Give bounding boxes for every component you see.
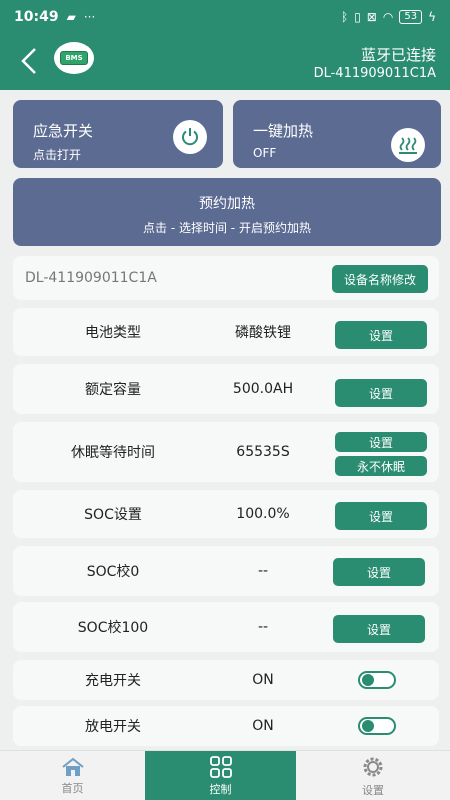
- home-icon: [61, 757, 84, 776]
- row-label: SOC校0: [86, 564, 140, 580]
- soc-set-button[interactable]: 设置: [335, 502, 427, 530]
- soc-calibrate-0-set-button[interactable]: 设置: [333, 558, 425, 586]
- sleep-wait-time-row: 休眠等待时间 65535S 设置 永不休眠: [13, 422, 439, 482]
- power-icon: [182, 128, 198, 146]
- toggle-knob: [362, 720, 374, 732]
- chevron-left-icon: [21, 48, 36, 74]
- folder-icon: ▰: [66, 10, 76, 24]
- toggle-knob: [362, 674, 374, 686]
- heating-button[interactable]: [391, 128, 425, 162]
- app-header: BMS 蓝牙已连接 DL-411909011C1A: [0, 34, 450, 90]
- tab-label: 设置: [362, 783, 384, 797]
- no-sim-icon: ⊠: [366, 10, 377, 24]
- emergency-switch-subtitle: 点击打开: [33, 148, 82, 162]
- emergency-switch-card[interactable]: 应急开关 点击打开: [13, 100, 223, 168]
- row-label: 电池类型: [85, 325, 141, 341]
- row-label: 额定容量: [85, 382, 141, 398]
- row-value: ON: [252, 718, 274, 734]
- connection-status: 蓝牙已连接: [360, 46, 436, 64]
- row-label: SOC校100: [77, 620, 149, 636]
- battery-type-set-button[interactable]: 设置: [335, 321, 427, 349]
- tab-label: 首页: [61, 781, 84, 795]
- bluetooth-icon: ᛒ: [340, 10, 349, 24]
- battery-icon: 53: [399, 10, 423, 24]
- sleep-wait-time-set-button[interactable]: 设置: [335, 432, 427, 452]
- tab-label: 控制: [209, 782, 232, 796]
- one-key-heating-card[interactable]: 一键加热 OFF: [233, 100, 441, 168]
- row-label: SOC设置: [84, 507, 142, 523]
- row-value: --: [257, 619, 269, 635]
- bottom-tab-bar: 首页 控制 设置: [0, 750, 450, 800]
- power-button[interactable]: [173, 120, 207, 154]
- row-label: 放电开关: [85, 719, 141, 735]
- one-key-heating-title: 一键加热: [253, 122, 314, 140]
- row-value: 100.0%: [236, 506, 290, 522]
- heat-icon: [399, 137, 417, 154]
- device-name-card: DL-411909011C1A 设备名称修改: [13, 256, 439, 300]
- status-bar: 10:49 ▰ ··· ᛒ ▯ ⊠ ◠ 53 ϟ: [0, 0, 450, 34]
- wifi-icon: ◠: [382, 10, 394, 24]
- charging-icon: ϟ: [428, 10, 436, 24]
- scheduled-heating-hint: 点击 - 选择时间 - 开启预约加热: [143, 221, 311, 235]
- scheduled-heating-title: 预约加热: [199, 196, 255, 212]
- discharge-switch-row: 放电开关 ON: [13, 706, 439, 746]
- soc-calibrate-100-set-button[interactable]: 设置: [333, 615, 425, 643]
- row-value: ON: [252, 672, 274, 688]
- row-value: --: [257, 563, 269, 579]
- discharge-toggle[interactable]: [358, 717, 396, 735]
- tab-settings[interactable]: 设置: [296, 751, 450, 800]
- scheduled-heating-card[interactable]: 预约加热 点击 - 选择时间 - 开启预约加热: [13, 178, 441, 246]
- row-value: 65535S: [236, 444, 290, 460]
- device-name-value: DL-411909011C1A: [25, 270, 157, 286]
- bms-logo: BMS: [54, 42, 94, 74]
- status-icons: ᛒ ▯ ⊠ ◠ 53 ϟ: [341, 10, 436, 24]
- rated-capacity-set-button[interactable]: 设置: [335, 379, 427, 407]
- row-label: 休眠等待时间: [71, 445, 155, 461]
- vibrate-icon: ▯: [354, 10, 361, 24]
- clock: 10:49: [14, 9, 59, 25]
- header-device-id: DL-411909011C1A: [313, 66, 436, 81]
- row-value: 磷酸铁锂: [235, 325, 291, 341]
- soc-calibrate-0-row: SOC校0 -- 设置: [13, 546, 439, 596]
- soc-setting-row: SOC设置 100.0% 设置: [13, 490, 439, 538]
- gear-icon: [363, 757, 383, 776]
- tab-home[interactable]: 首页: [0, 751, 145, 800]
- charge-toggle[interactable]: [358, 671, 396, 689]
- soc-calibrate-100-row: SOC校100 -- 设置: [13, 602, 439, 652]
- tab-control[interactable]: 控制: [145, 751, 296, 800]
- never-sleep-button[interactable]: 永不休眠: [335, 456, 427, 476]
- row-value: 500.0AH: [232, 381, 294, 397]
- grid-icon: [209, 755, 232, 778]
- row-label: 充电开关: [85, 673, 141, 689]
- battery-type-row: 电池类型 磷酸铁锂 设置: [13, 308, 439, 356]
- rated-capacity-row: 额定容量 500.0AH 设置: [13, 364, 439, 414]
- more-notifications-icon: ···: [83, 10, 96, 24]
- back-button[interactable]: [14, 44, 44, 78]
- charge-switch-row: 充电开关 ON: [13, 660, 439, 700]
- emergency-switch-title: 应急开关: [33, 122, 94, 140]
- control-content: 应急开关 点击打开 一键加热 OFF 预约加热 点击 - 选择时间 - 开启预约…: [0, 90, 450, 750]
- one-key-heating-state: OFF: [253, 146, 277, 160]
- rename-device-button[interactable]: 设备名称修改: [332, 265, 428, 293]
